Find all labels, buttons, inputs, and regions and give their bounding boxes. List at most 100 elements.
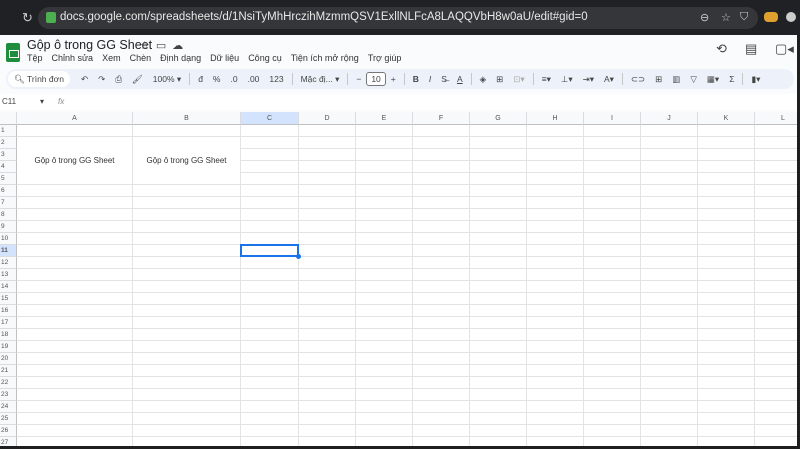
selected-cell[interactable]	[240, 244, 299, 257]
zoom-icon[interactable]: ⊖	[700, 11, 709, 24]
bold-button[interactable]: B	[413, 74, 419, 84]
decrease-decimal-button[interactable]: .0	[230, 74, 237, 84]
menu-data[interactable]: Dữ liệu	[210, 53, 239, 63]
text-wrap-icon[interactable]: ⇥▾	[583, 74, 594, 85]
column-header-A[interactable]: A	[17, 112, 133, 125]
print-icon[interactable]: ⎙	[115, 74, 122, 85]
column-header-D[interactable]: D	[299, 112, 356, 125]
star-icon[interactable]: ☆	[140, 40, 156, 52]
shield-icon[interactable]: ⛉	[740, 11, 748, 24]
row-header-15[interactable]: 15	[0, 293, 17, 305]
menu-edit[interactable]: Chỉnh sửa	[52, 53, 94, 63]
row-header-18[interactable]: 18	[0, 329, 17, 341]
chart-icon[interactable]: ▥	[672, 74, 680, 85]
doc-title[interactable]: Gộp ô trong GG Sheet	[27, 38, 152, 52]
column-header-B[interactable]: B	[133, 112, 241, 125]
name-box-dropdown-icon[interactable]: ▾	[40, 97, 44, 106]
redo-icon[interactable]: ↷	[98, 74, 105, 85]
row-header-3[interactable]: 3	[0, 149, 17, 161]
row-header-13[interactable]: 13	[0, 269, 17, 281]
address-bar[interactable]: docs.google.com/spreadsheets/d/1NsiTyMhH…	[38, 7, 758, 29]
meet-icon[interactable]: ▢◂	[775, 41, 794, 57]
row-header-16[interactable]: 16	[0, 305, 17, 317]
merged-cell-A[interactable]: Gộp ô trong GG Sheet	[17, 137, 132, 184]
menu-format[interactable]: Định dạng	[160, 53, 201, 63]
row-header-11[interactable]: 11	[0, 245, 17, 257]
vertical-align-icon[interactable]: ⊥▾	[561, 74, 573, 85]
select-all-corner[interactable]	[0, 112, 17, 125]
version-history-icon[interactable]: ⟲	[716, 41, 727, 57]
spreadsheet-grid[interactable]: A B C D E F G H I J K L 1 2 3 4 5 6 7 8 9 10 11 12 13 14 15 16 17 18 1…	[0, 112, 797, 446]
menu-help[interactable]: Trợ giúp	[368, 53, 402, 63]
zoom-select[interactable]: 100% ▾	[153, 74, 181, 85]
column-header-C[interactable]: C	[241, 112, 299, 125]
menu-extensions[interactable]: Tiện ích mở rộng	[291, 53, 359, 63]
comment-icon[interactable]: ⊞	[655, 74, 662, 85]
column-header-G[interactable]: G	[470, 112, 527, 125]
cloud-status-icon[interactable]: ☁	[172, 40, 189, 52]
row-header-1[interactable]: 1	[0, 125, 17, 137]
filter-views-icon[interactable]: ▦▾	[707, 74, 719, 85]
italic-button[interactable]: I	[429, 74, 431, 84]
menu-insert[interactable]: Chèn	[130, 53, 152, 63]
reload-icon[interactable]: ↻	[22, 10, 33, 26]
bookmark-star-icon[interactable]: ☆	[721, 11, 731, 24]
column-header-F[interactable]: F	[413, 112, 470, 125]
formula-input[interactable]	[75, 95, 785, 109]
decrease-font-size-button[interactable]: −	[356, 74, 361, 84]
row-header-20[interactable]: 20	[0, 353, 17, 365]
row-header-27[interactable]: 27	[0, 437, 17, 446]
row-header-22[interactable]: 22	[0, 377, 17, 389]
row-header-7[interactable]: 7	[0, 197, 17, 209]
currency-button[interactable]: đ	[198, 74, 203, 84]
name-box[interactable]: C11	[2, 97, 16, 106]
fill-color-icon[interactable]: ◈	[480, 74, 487, 85]
merged-cell-B[interactable]: Gộp ô trong GG Sheet	[133, 137, 240, 184]
row-header-26[interactable]: 26	[0, 425, 17, 437]
column-header-H[interactable]: H	[527, 112, 584, 125]
column-header-J[interactable]: J	[641, 112, 698, 125]
sheets-logo-icon[interactable]	[6, 43, 20, 62]
extension-icon[interactable]	[764, 12, 778, 22]
text-rotation-icon[interactable]: A▾	[604, 74, 614, 85]
row-header-6[interactable]: 6	[0, 185, 17, 197]
input-tools-icon[interactable]: ▮▾	[751, 74, 760, 85]
move-folder-icon[interactable]: ▭	[156, 40, 172, 52]
strikethrough-icon[interactable]: S̶	[441, 74, 447, 84]
site-info-icon[interactable]	[46, 12, 56, 23]
row-header-19[interactable]: 19	[0, 341, 17, 353]
column-header-K[interactable]: K	[698, 112, 755, 125]
column-header-L[interactable]: L	[755, 112, 797, 125]
column-header-E[interactable]: E	[356, 112, 413, 125]
row-header-17[interactable]: 17	[0, 317, 17, 329]
merge-cells-icon[interactable]: ⊡▾	[513, 74, 524, 85]
row-header-8[interactable]: 8	[0, 209, 17, 221]
font-size-input[interactable]: 10	[366, 72, 386, 86]
link-icon[interactable]: ⊂⊃	[631, 74, 645, 85]
row-header-21[interactable]: 21	[0, 365, 17, 377]
column-header-I[interactable]: I	[584, 112, 641, 125]
menu-search[interactable]: 🔍︎ Trình đơn	[8, 71, 70, 87]
undo-icon[interactable]: ↶	[81, 74, 88, 85]
increase-decimal-button[interactable]: .00	[248, 74, 260, 84]
paint-format-icon[interactable]: 🖌︎	[132, 74, 143, 85]
row-header-24[interactable]: 24	[0, 401, 17, 413]
horizontal-align-icon[interactable]: ≡▾	[542, 74, 551, 85]
comments-icon[interactable]: ▤	[745, 41, 757, 57]
font-select[interactable]: Mặc đị... ▾	[301, 74, 340, 85]
row-header-23[interactable]: 23	[0, 389, 17, 401]
profile-avatar[interactable]	[786, 12, 796, 22]
menu-tools[interactable]: Công cụ	[248, 53, 282, 63]
row-header-4[interactable]: 4	[0, 161, 17, 173]
row-header-2[interactable]: 2	[0, 137, 17, 149]
row-header-25[interactable]: 25	[0, 413, 17, 425]
row-header-12[interactable]: 12	[0, 257, 17, 269]
row-header-10[interactable]: 10	[0, 233, 17, 245]
percent-button[interactable]: %	[213, 74, 221, 84]
filter-icon[interactable]: ▽	[690, 74, 697, 85]
row-header-14[interactable]: 14	[0, 281, 17, 293]
borders-icon[interactable]: ⊞	[496, 74, 503, 85]
increase-font-size-button[interactable]: +	[391, 74, 396, 84]
text-color-icon[interactable]: A	[457, 74, 463, 84]
fill-handle[interactable]	[296, 254, 301, 259]
